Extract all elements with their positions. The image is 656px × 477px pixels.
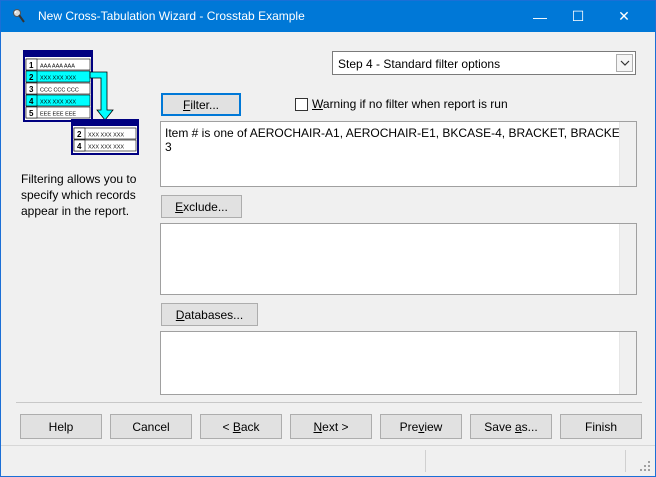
flow-arrow-icon — [89, 71, 114, 121]
filter-scrollbar[interactable] — [619, 122, 636, 186]
databases-button-label-access-key: D — [175, 307, 185, 322]
warning-checkbox[interactable] — [295, 97, 308, 111]
illustration-row: 5 EEE EEE EEE — [25, 106, 91, 119]
chevron-down-icon[interactable] — [616, 54, 633, 72]
svg-text:XXX XXX XXX: XXX XXX XXX — [40, 100, 76, 106]
svg-text:1: 1 — [29, 61, 34, 70]
svg-text:5: 5 — [29, 109, 34, 118]
warning-checkbox-row[interactable]: Warning if no filter when report is run — [295, 97, 508, 111]
step-dropdown-value: Step 4 - Standard filter options — [338, 57, 501, 71]
databases-button[interactable]: Databases... — [161, 303, 258, 326]
exclude-button-label: xclude... — [183, 199, 228, 214]
filter-illustration: 1 AAA AAA AAA 2 XXX XXX XXX 3 CCC CCC CC… — [23, 50, 139, 155]
illustration-row: 2 XXX XXX XXX — [25, 70, 91, 83]
svg-text:EEE EEE EEE: EEE EEE EEE — [40, 112, 76, 118]
help-button-label: Help — [48, 419, 74, 434]
save-as-button-label: Save as... — [484, 419, 538, 434]
filter-button[interactable]: Filter... — [161, 93, 241, 116]
svg-text:AAA AAA AAA: AAA AAA AAA — [40, 64, 75, 70]
exclude-scrollbar[interactable] — [619, 224, 636, 294]
illustration-row: 4 XXX XXX XXX — [25, 94, 91, 107]
cancel-button-label: Cancel — [132, 419, 170, 434]
close-button[interactable]: ✕ — [601, 1, 647, 32]
status-bar-separator — [425, 450, 426, 472]
illustration-result-row: 2 XXX XXX XXX — [73, 127, 137, 140]
maximize-button[interactable]: ☐ — [555, 1, 601, 32]
illustration-result-row: 4 XXX XXX XXX — [73, 139, 137, 152]
svg-text:3: 3 — [29, 85, 34, 94]
finish-button[interactable]: Finish — [560, 414, 642, 439]
svg-text:4: 4 — [29, 97, 34, 106]
minimize-icon: — — [533, 8, 547, 25]
wizard-window: New Cross-Tabulation Wizard - Crosstab E… — [0, 0, 656, 477]
step-description: Filtering allows you to specify which re… — [21, 172, 137, 218]
preview-button-label: Preview — [399, 419, 443, 434]
filter-text: Item # is one of AEROCHAIR-A1, AEROCHAIR… — [165, 126, 631, 154]
next-button[interactable]: Next > — [290, 414, 372, 439]
finish-button-label: Finish — [584, 419, 617, 434]
maximize-icon: ☐ — [571, 8, 585, 24]
status-bar — [1, 445, 655, 476]
filter-text-box[interactable]: Item # is one of AEROCHAIR-A1, AEROCHAIR… — [160, 121, 637, 187]
back-button-label: < Back — [222, 419, 260, 434]
svg-text:XXX XXX XXX: XXX XXX XXX — [88, 133, 124, 139]
back-button[interactable]: < Back — [200, 414, 282, 439]
svg-text:2: 2 — [77, 130, 82, 139]
illustration-row: 1 AAA AAA AAA — [25, 58, 91, 71]
svg-text:2: 2 — [29, 73, 34, 82]
close-icon: ✕ — [618, 8, 630, 24]
svg-text:XXX XXX XXX: XXX XXX XXX — [88, 145, 124, 151]
svg-text:4: 4 — [77, 142, 82, 151]
resize-grip-icon[interactable] — [639, 460, 651, 472]
help-button[interactable]: Help — [20, 414, 102, 439]
title-bar[interactable]: New Cross-Tabulation Wizard - Crosstab E… — [1, 1, 655, 32]
warning-checkbox-label: Warning if no filter when report is run — [312, 97, 508, 111]
footer-divider — [16, 402, 642, 403]
window-title: New Cross-Tabulation Wizard - Crosstab E… — [38, 9, 305, 23]
svg-text:XXX XXX XXX: XXX XXX XXX — [40, 76, 76, 82]
illustration-row: 3 CCC CCC CCC — [25, 82, 91, 95]
wizard-wand-icon — [13, 9, 25, 23]
databases-button-label: atabases... — [184, 307, 244, 322]
next-button-label: Next > — [313, 419, 349, 434]
status-bar-separator — [625, 450, 626, 472]
filter-button-label-access-key: F — [182, 97, 191, 112]
filter-button-label: ilter... — [190, 97, 220, 112]
databases-text-box[interactable] — [160, 331, 637, 395]
exclude-text-box[interactable] — [160, 223, 637, 295]
save-as-button[interactable]: Save as... — [470, 414, 552, 439]
exclude-button-label-access-key: E — [175, 199, 184, 214]
databases-scrollbar[interactable] — [619, 332, 636, 394]
cancel-button[interactable]: Cancel — [110, 414, 192, 439]
exclude-button[interactable]: Exclude... — [161, 195, 242, 218]
preview-button[interactable]: Preview — [380, 414, 462, 439]
svg-text:CCC CCC CCC: CCC CCC CCC — [40, 88, 79, 94]
step-dropdown[interactable]: Step 4 - Standard filter options — [332, 51, 636, 75]
